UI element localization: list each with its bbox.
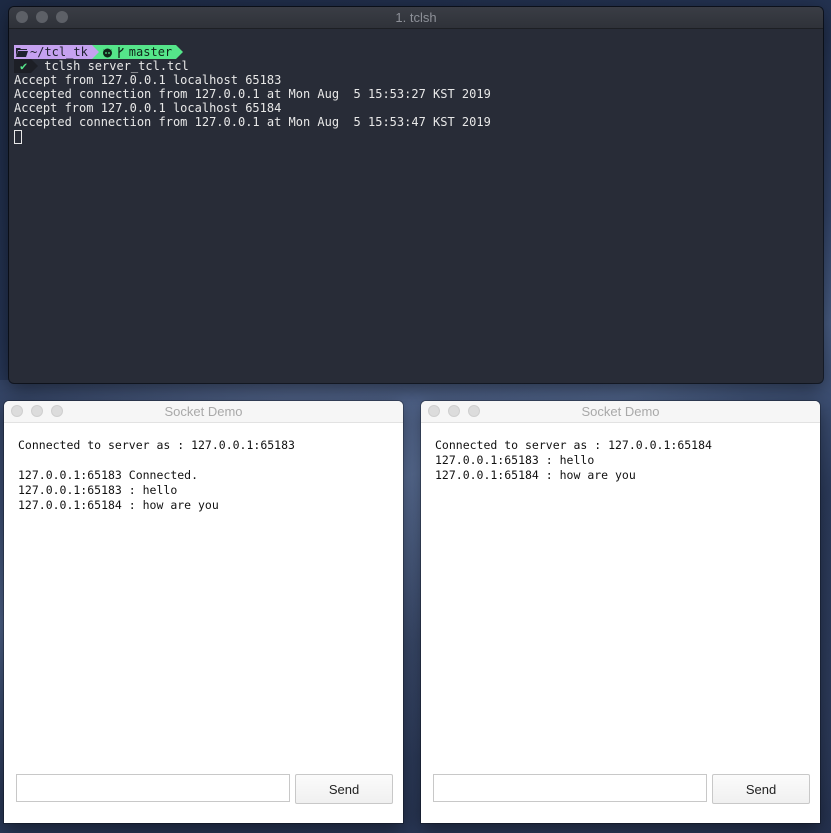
terminal-title: 1. tclsh — [395, 10, 437, 25]
message-log: Connected to server as : 127.0.0.1:65183… — [18, 438, 393, 513]
prompt-separator — [91, 45, 99, 59]
output-line: Accept from 127.0.0.1 localhost 65184 — [14, 101, 282, 115]
log-line: 127.0.0.1:65184 : how are you — [435, 468, 636, 482]
folder-icon — [16, 48, 28, 57]
output-line: Accepted connection from 127.0.0.1 at Mo… — [14, 115, 491, 129]
output-line: Accepted connection from 127.0.0.1 at Mo… — [14, 87, 491, 101]
window-title: Socket Demo — [581, 404, 660, 419]
terminal-content[interactable]: ~/tcl_tk master ✔ tclsh server_tcl.tcl A… — [9, 29, 823, 144]
log-line: 127.0.0.1:65184 : how are you — [18, 498, 219, 512]
status-separator — [31, 59, 39, 73]
send-button[interactable]: Send — [712, 774, 810, 804]
prompt-branch: master — [128, 45, 173, 59]
text-cursor — [14, 130, 22, 144]
log-line: Connected to server as : 127.0.0.1:65183 — [18, 438, 295, 452]
terminal-window: 1. tclsh ~/tcl_tk master ✔ tclsh server_… — [9, 7, 823, 383]
message-log: Connected to server as : 127.0.0.1:65184… — [435, 438, 810, 483]
send-button[interactable]: Send — [295, 774, 393, 804]
message-input[interactable] — [433, 774, 707, 802]
log-line: Connected to server as : 127.0.0.1:65184 — [435, 438, 712, 452]
log-line: 127.0.0.1:65183 : hello — [435, 453, 595, 467]
log-line: 127.0.0.1:65183 : hello — [18, 483, 178, 497]
prompt-git-segment: master — [98, 45, 177, 59]
message-input[interactable] — [16, 774, 290, 802]
window-title: Socket Demo — [164, 404, 243, 419]
command-line: ✔ tclsh server_tcl.tcl — [14, 59, 823, 73]
command-text: tclsh server_tcl.tcl — [44, 59, 189, 73]
terminal-titlebar[interactable]: 1. tclsh — [9, 7, 823, 29]
prompt-separator-end — [176, 45, 184, 59]
prompt-line: ~/tcl_tk master — [14, 45, 823, 59]
branch-icon — [118, 46, 124, 58]
log-line: 127.0.0.1:65183 Connected. — [18, 468, 199, 482]
socket-demo-window-left: Socket Demo Connected to server as : 127… — [4, 401, 403, 823]
socket-demo-window-right: Socket Demo Connected to server as : 127… — [421, 401, 820, 823]
prompt-path: ~/tcl_tk — [30, 45, 88, 59]
socket-titlebar[interactable]: Socket Demo — [4, 401, 403, 423]
check-icon: ✔ — [14, 59, 32, 73]
github-icon — [102, 48, 112, 57]
output-line: Accept from 127.0.0.1 localhost 65183 — [14, 73, 282, 87]
socket-titlebar[interactable]: Socket Demo — [421, 401, 820, 423]
prompt-path-segment: ~/tcl_tk — [14, 45, 92, 59]
